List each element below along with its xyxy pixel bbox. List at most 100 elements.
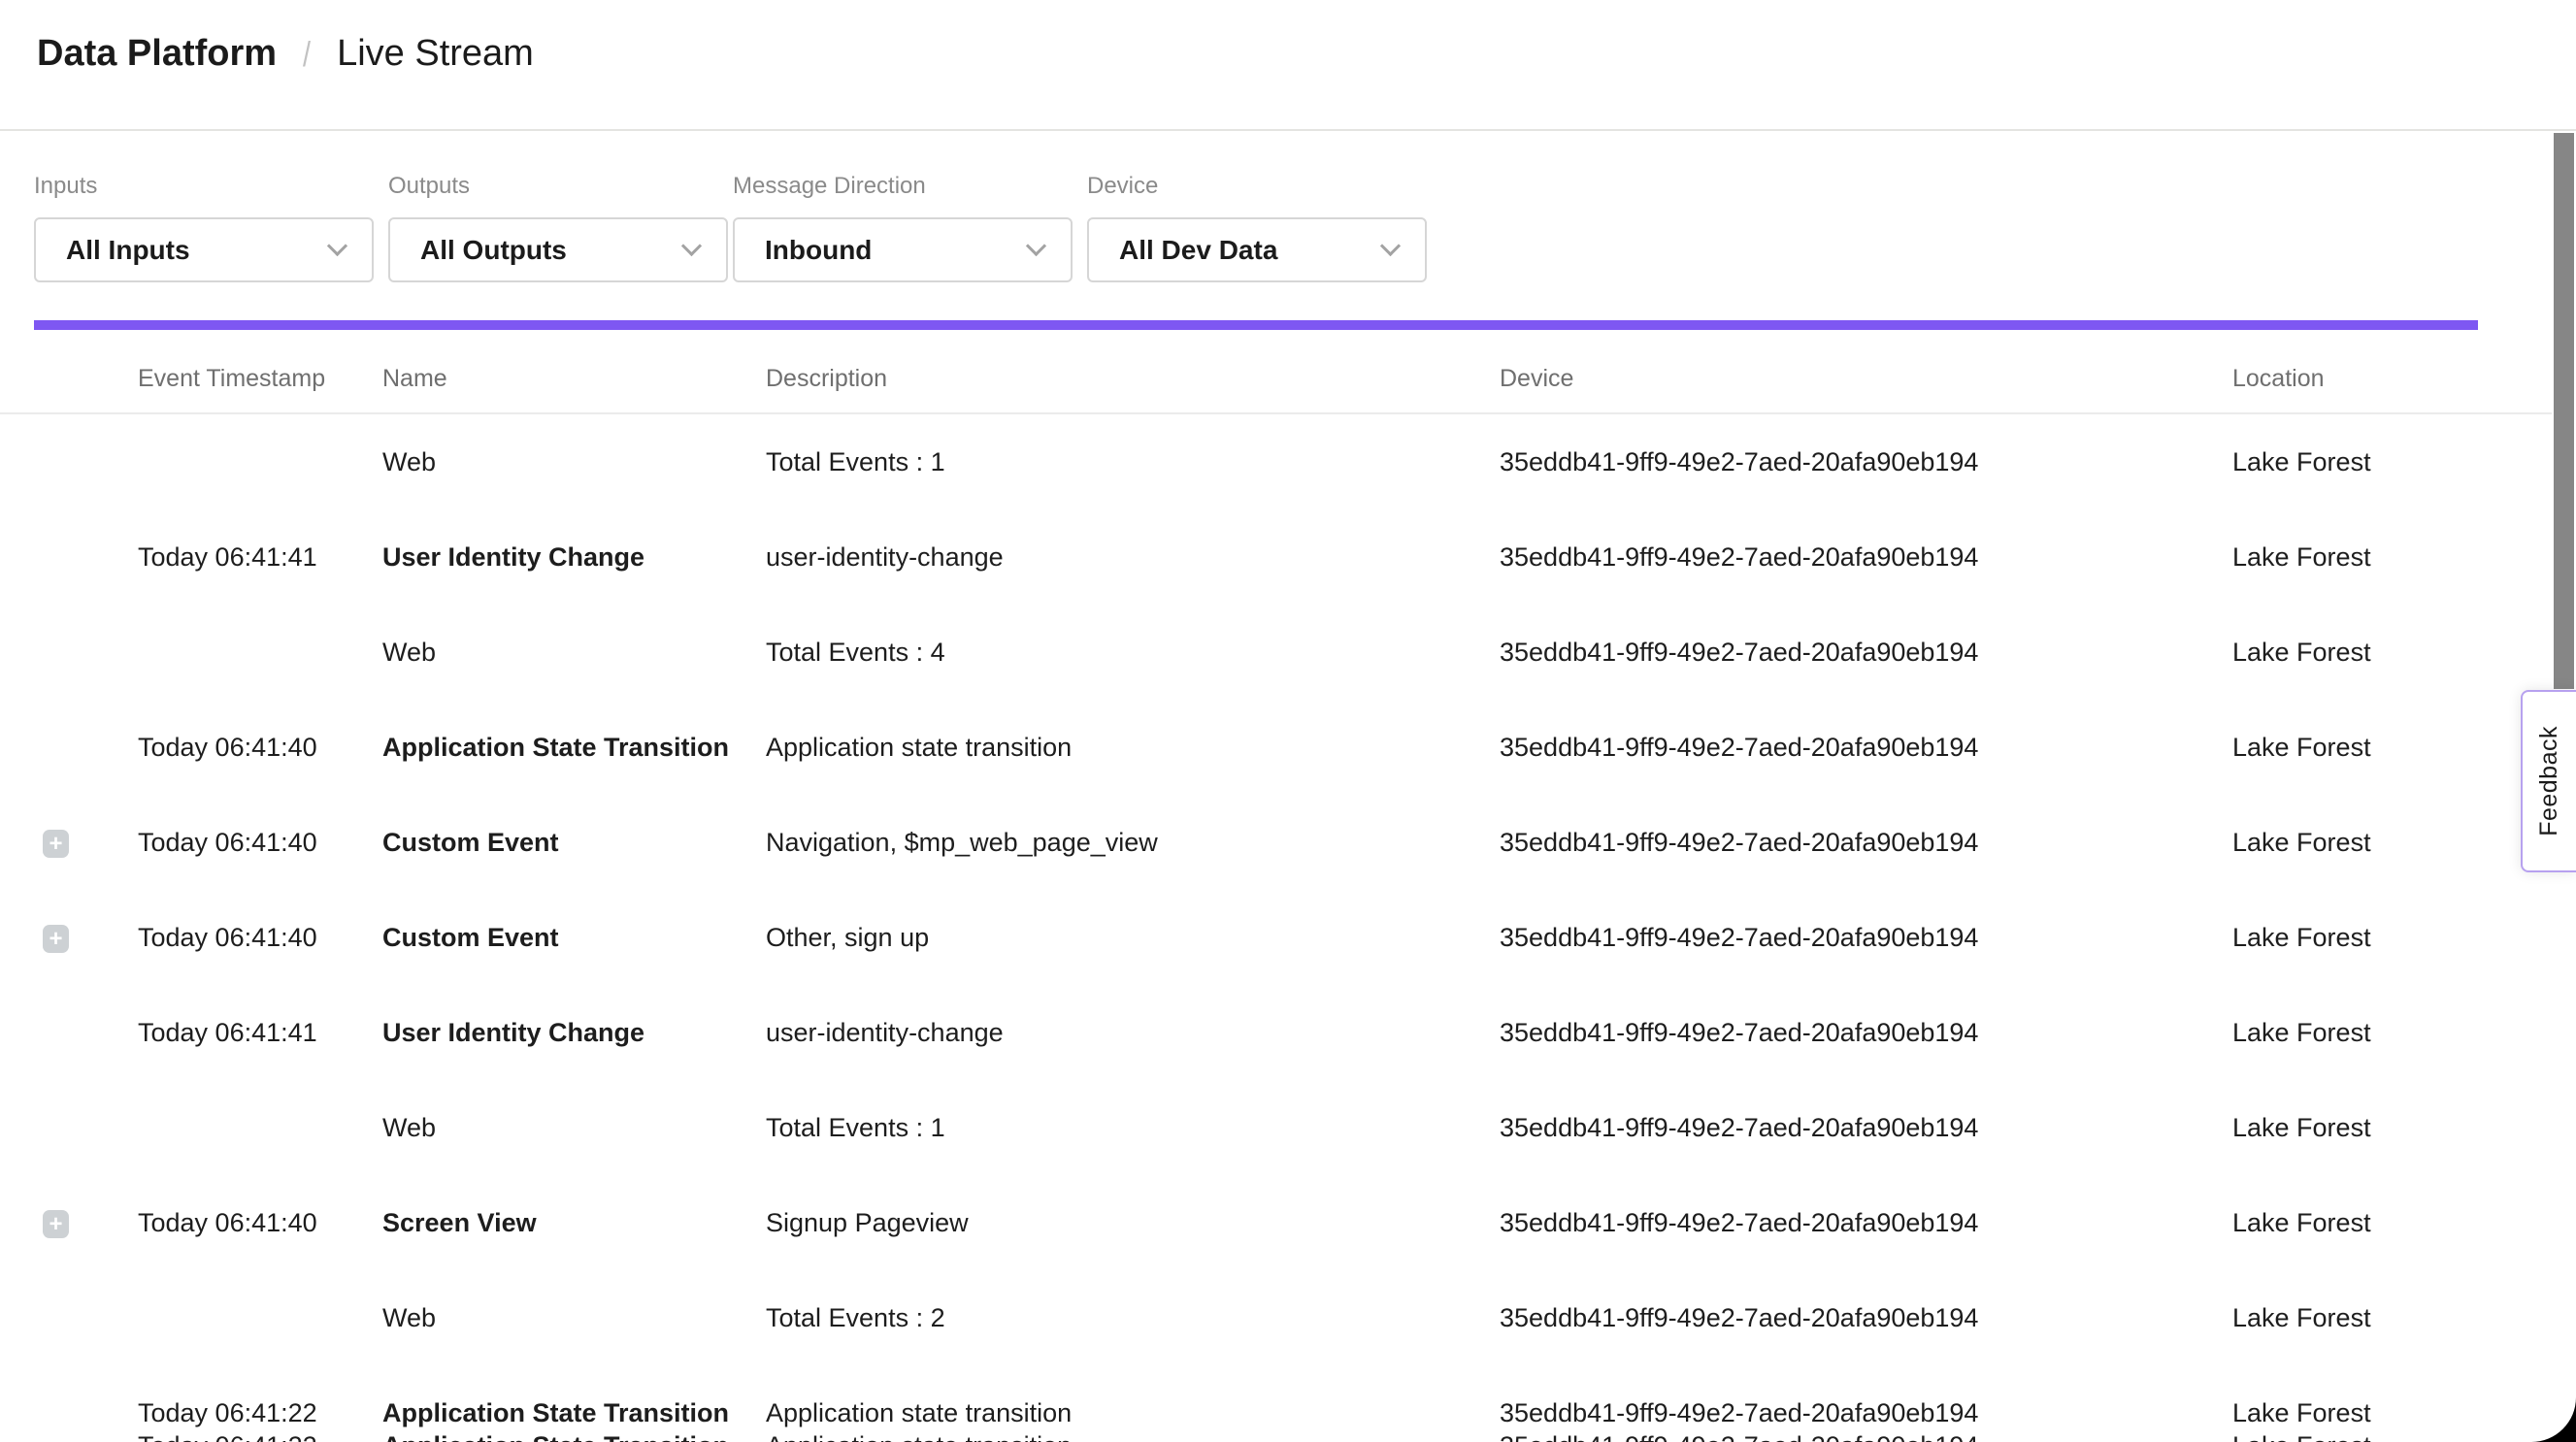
expand-cell: +	[34, 923, 138, 953]
event-description-cell: Total Events : 2	[766, 1303, 1500, 1333]
column-header-event-timestamp: Event Timestamp	[138, 365, 382, 393]
event-device-cell: 35eddb41-9ff9-49e2-7aed-20afa90eb194	[1500, 1398, 2232, 1428]
event-location-cell: Lake Forest	[2232, 1018, 2552, 1048]
event-timestamp-cell: Today 06:41:40	[138, 1208, 382, 1238]
table-row[interactable]: + Today 06:41:40 Screen View Signup Page…	[0, 1175, 2552, 1270]
table-row[interactable]: Web Total Events : 4 35eddb41-9ff9-49e2-…	[0, 605, 2552, 700]
breadcrumb: Data Platform / Live Stream	[37, 33, 534, 75]
message-direction-filter-label: Message Direction	[733, 173, 1073, 200]
column-header-name: Name	[382, 365, 766, 393]
table-header: Event Timestamp Name Description Device …	[0, 345, 2552, 414]
outputs-select-value: All Outputs	[420, 235, 567, 266]
event-device-cell: 35eddb41-9ff9-49e2-7aed-20afa90eb194	[1500, 1208, 2232, 1238]
event-device-cell: 35eddb41-9ff9-49e2-7aed-20afa90eb194	[1500, 1303, 2232, 1333]
expand-icon[interactable]: +	[43, 830, 69, 858]
event-timestamp-cell: Today 06:41:41	[138, 1018, 382, 1048]
live-stream-page: Data Platform / Live Stream ? Clear Paus…	[0, 0, 2576, 1442]
event-description-cell: Signup Pageview	[766, 1208, 1500, 1238]
table-row[interactable]: Web Total Events : 2 35eddb41-9ff9-49e2-…	[0, 1270, 2552, 1365]
top-bar: Data Platform / Live Stream ? Clear Paus…	[0, 0, 2576, 131]
event-name-cell: Web	[382, 1113, 766, 1143]
filter-outputs: Outputs All Outputs	[388, 173, 728, 282]
event-name-cell: User Identity Change	[382, 1018, 766, 1048]
event-location-cell: Lake Forest	[2232, 733, 2552, 763]
outputs-select[interactable]: All Outputs	[388, 217, 728, 282]
expand-icon[interactable]: +	[43, 1210, 69, 1238]
event-timestamp-cell: Today 06:41:40	[138, 923, 382, 953]
device-select[interactable]: All Dev Data	[1087, 217, 1427, 282]
table-row[interactable]: Today 06:41:22 Application State Transit…	[0, 1431, 2552, 1442]
table-body: Web Total Events : 1 35eddb41-9ff9-49e2-…	[0, 414, 2552, 1442]
table-row[interactable]: + Today 06:41:40 Custom Event Other, sig…	[0, 890, 2552, 985]
event-location-cell: Lake Forest	[2232, 638, 2552, 668]
filter-inputs: Inputs All Inputs	[34, 173, 374, 282]
event-description-cell: Total Events : 4	[766, 638, 1500, 668]
event-location-cell: Lake Forest	[2232, 1398, 2552, 1428]
event-location-cell: Lake Forest	[2232, 1303, 2552, 1333]
event-location-cell: Lake Forest	[2232, 1431, 2552, 1442]
event-device-cell: 35eddb41-9ff9-49e2-7aed-20afa90eb194	[1500, 542, 2232, 573]
event-description-cell: user-identity-change	[766, 1018, 1500, 1048]
filter-message-direction: Message Direction Inbound	[733, 173, 1073, 282]
event-device-cell: 35eddb41-9ff9-49e2-7aed-20afa90eb194	[1500, 733, 2232, 763]
event-name-cell: Application State Transition	[382, 1431, 766, 1442]
event-timestamp-cell: Today 06:41:40	[138, 733, 382, 763]
event-timestamp-cell: Today 06:41:40	[138, 828, 382, 858]
event-location-cell: Lake Forest	[2232, 1113, 2552, 1143]
chevron-down-icon	[681, 236, 702, 256]
table-row[interactable]: Today 06:41:41 User Identity Change user…	[0, 985, 2552, 1080]
event-name-cell: Application State Transition	[382, 1398, 766, 1428]
expand-cell: +	[34, 1208, 138, 1238]
message-direction-select[interactable]: Inbound	[733, 217, 1073, 282]
inputs-select-value: All Inputs	[66, 235, 190, 266]
column-header-description: Description	[766, 365, 1500, 393]
event-location-cell: Lake Forest	[2232, 828, 2552, 858]
table-row[interactable]: + Today 06:41:40 Custom Event Navigation…	[0, 795, 2552, 890]
event-name-cell: Screen View	[382, 1208, 766, 1238]
event-name-cell: Web	[382, 447, 766, 477]
breadcrumb-separator: /	[303, 34, 311, 75]
filter-device: Device All Dev Data	[1087, 173, 1427, 282]
event-description-cell: Application state transition	[766, 733, 1500, 763]
event-device-cell: 35eddb41-9ff9-49e2-7aed-20afa90eb194	[1500, 1431, 2232, 1442]
event-description-cell: Other, sign up	[766, 923, 1500, 953]
event-device-cell: 35eddb41-9ff9-49e2-7aed-20afa90eb194	[1500, 638, 2232, 668]
event-timestamp-cell: Today 06:41:22	[138, 1431, 382, 1442]
breadcrumb-data-platform[interactable]: Data Platform	[37, 33, 277, 75]
table-row[interactable]: Today 06:41:41 User Identity Change user…	[0, 509, 2552, 605]
expand-cell: +	[34, 828, 138, 858]
event-location-cell: Lake Forest	[2232, 447, 2552, 477]
table-row[interactable]: Web Total Events : 1 35eddb41-9ff9-49e2-…	[0, 414, 2552, 509]
event-device-cell: 35eddb41-9ff9-49e2-7aed-20afa90eb194	[1500, 1113, 2232, 1143]
scrollbar-thumb[interactable]	[2554, 133, 2574, 689]
event-description-cell: Application state transition	[766, 1431, 1500, 1442]
event-device-cell: 35eddb41-9ff9-49e2-7aed-20afa90eb194	[1500, 1018, 2232, 1048]
event-device-cell: 35eddb41-9ff9-49e2-7aed-20afa90eb194	[1500, 923, 2232, 953]
event-name-cell: Web	[382, 638, 766, 668]
event-name-cell: Custom Event	[382, 923, 766, 953]
event-description-cell: Total Events : 1	[766, 447, 1500, 477]
event-name-cell: Application State Transition	[382, 733, 766, 763]
chevron-down-icon	[1026, 236, 1046, 256]
chevron-down-icon	[1380, 236, 1401, 256]
table-row[interactable]: Web Total Events : 1 35eddb41-9ff9-49e2-…	[0, 1080, 2552, 1175]
event-timestamp-cell: Today 06:41:22	[138, 1398, 382, 1428]
event-description-cell: Total Events : 1	[766, 1113, 1500, 1143]
outputs-filter-label: Outputs	[388, 173, 728, 200]
device-filter-label: Device	[1087, 173, 1427, 200]
event-location-cell: Lake Forest	[2232, 923, 2552, 953]
table-row[interactable]: Today 06:41:40 Application State Transit…	[0, 700, 2552, 795]
event-name-cell: User Identity Change	[382, 542, 766, 573]
event-name-cell: Web	[382, 1303, 766, 1333]
event-device-cell: 35eddb41-9ff9-49e2-7aed-20afa90eb194	[1500, 447, 2232, 477]
stream-progress-bar	[34, 320, 2478, 330]
feedback-tab[interactable]: Feedback	[2521, 690, 2576, 872]
inputs-filter-label: Inputs	[34, 173, 374, 200]
event-description-cell: Navigation, $mp_web_page_view	[766, 828, 1500, 858]
page-title: Live Stream	[337, 33, 534, 75]
event-name-cell: Custom Event	[382, 828, 766, 858]
expand-icon[interactable]: +	[43, 925, 69, 953]
inputs-select[interactable]: All Inputs	[34, 217, 374, 282]
event-location-cell: Lake Forest	[2232, 542, 2552, 573]
event-device-cell: 35eddb41-9ff9-49e2-7aed-20afa90eb194	[1500, 828, 2232, 858]
